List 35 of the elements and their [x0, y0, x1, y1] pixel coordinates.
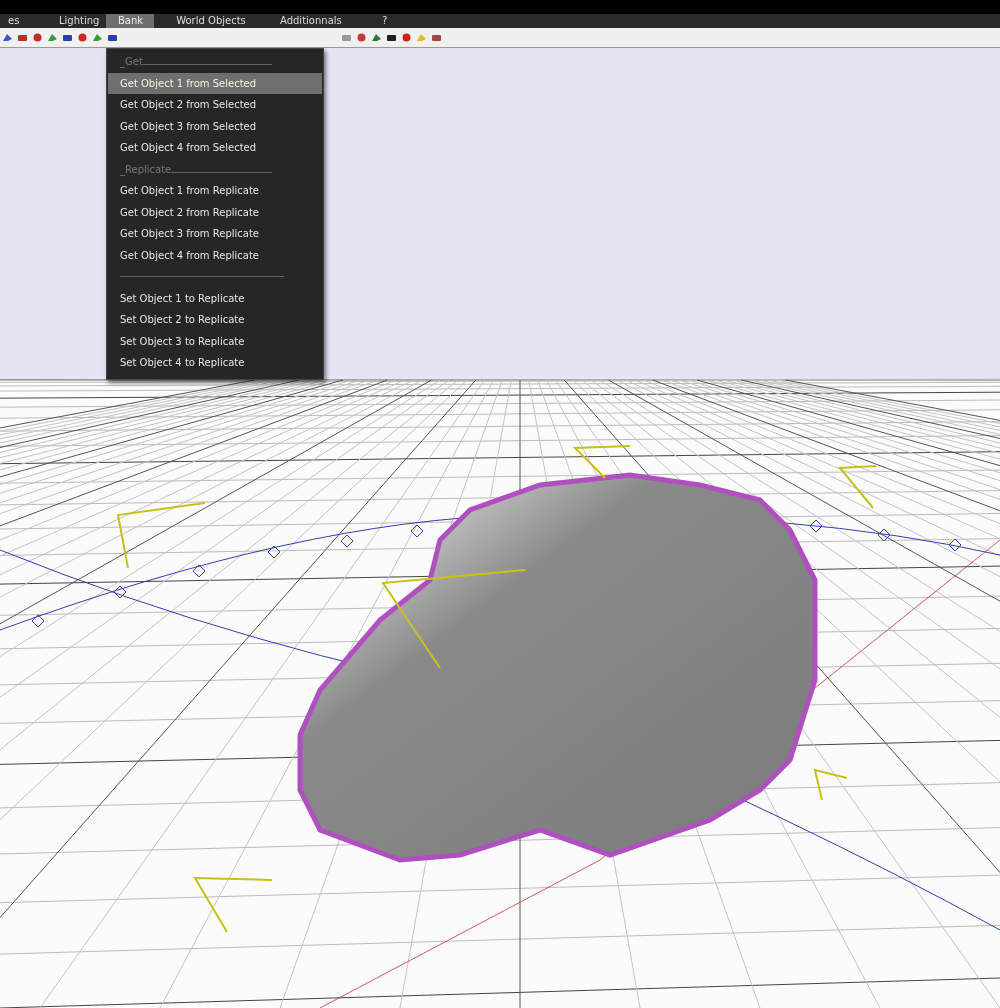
menu-item[interactable]: Additionnals: [268, 14, 370, 28]
menu-section-label: _Get: [120, 55, 143, 70]
menu-item[interactable]: World Objects: [154, 14, 268, 28]
control-point-icon: [31, 614, 45, 628]
tool-icon[interactable]: [107, 32, 118, 43]
control-point-icon: [340, 534, 354, 548]
axis-gizmo: [572, 445, 631, 479]
menu-item[interactable]: Set Object 2 to Replicate: [108, 309, 322, 331]
menu-section-label: _Replicate: [120, 162, 172, 178]
control-point-icon: [410, 524, 424, 538]
control-point-icon: [809, 519, 823, 533]
axis-gizmo: [813, 768, 848, 801]
menu-item[interactable]: Get Object 2 from Replicate: [108, 201, 322, 223]
control-point-icon: [877, 528, 891, 542]
menu-item[interactable]: Get Object 3 from Selected: [108, 115, 322, 137]
control-point-icon: [192, 564, 206, 578]
menu-item[interactable]: Get Object 1 from Selected: [108, 72, 322, 94]
menu-item[interactable]: Get Object 1 from Replicate: [108, 180, 322, 202]
tool-icon[interactable]: [62, 32, 73, 43]
menu-item[interactable]: es: [0, 14, 47, 28]
menu-item[interactable]: Get Object 4 from Replicate: [108, 244, 322, 266]
control-point-icon: [948, 538, 962, 552]
menu-item[interactable]: Get Object 2 from Selected: [108, 94, 322, 116]
menu-item[interactable]: Get Object 3 from Replicate: [108, 223, 322, 245]
menu-item[interactable]: Bank: [106, 14, 154, 28]
axis-gizmo: [837, 465, 877, 509]
control-point-icon: [267, 545, 281, 559]
menu-item[interactable]: Get Object 4 from Selected: [108, 137, 322, 159]
tool-icon[interactable]: [386, 32, 397, 43]
menu-item[interactable]: Set Object 1 to Replicate: [108, 287, 322, 309]
menu-item[interactable]: ?: [370, 14, 400, 28]
menu-item[interactable]: Lighting: [47, 14, 106, 28]
menu-item[interactable]: Set Object 3 to Replicate: [108, 330, 322, 352]
control-point-icon: [113, 585, 127, 599]
menu-item[interactable]: Set Object 4 to Replicate: [108, 352, 322, 374]
